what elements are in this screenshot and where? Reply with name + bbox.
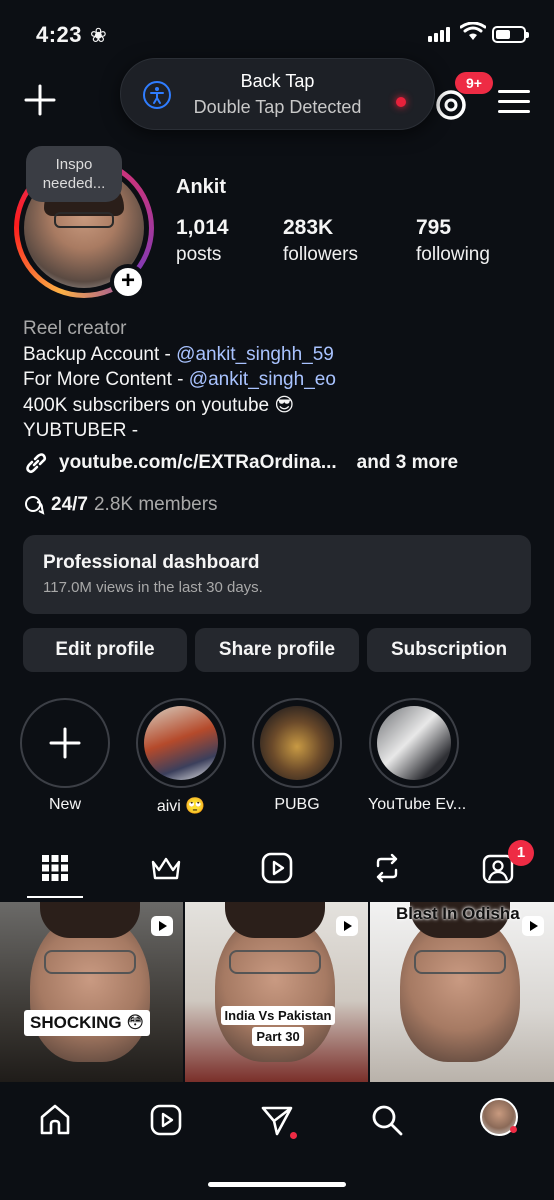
- stat-followers[interactable]: 283K followers: [283, 216, 358, 266]
- bio-category: Reel creator: [23, 318, 127, 339]
- grid-post[interactable]: India Vs Pakistan Part 30: [185, 902, 368, 1082]
- threads-badge: 9+: [455, 72, 493, 94]
- menu-icon[interactable]: [498, 90, 530, 116]
- highlight-cover: [260, 706, 334, 780]
- channel-members: 2.8K members: [93, 494, 218, 515]
- professional-dashboard[interactable]: Professional dashboard 117.0M views in t…: [23, 535, 531, 614]
- highlight-label: PUBG: [274, 796, 320, 813]
- stat-label: posts: [176, 244, 222, 265]
- tab-reposts[interactable]: [367, 846, 407, 890]
- highlight-new[interactable]: New: [19, 698, 111, 814]
- post-caption: Blast In Odisha: [396, 904, 520, 923]
- post-caption: India Vs Pakistan Part 30: [213, 1006, 343, 1048]
- bio-text: For More Content -: [23, 369, 189, 390]
- bottom-navigation: [0, 1082, 554, 1200]
- recording-dot: [396, 97, 406, 107]
- profile-bio: Reel creator Backup Account - @ankit_sin…: [23, 316, 336, 444]
- highlight-item[interactable]: PUBG: [251, 698, 343, 814]
- wifi-icon: [460, 22, 486, 40]
- tab-grid[interactable]: [35, 846, 75, 890]
- stat-label: followers: [283, 244, 358, 265]
- add-story-button[interactable]: +: [110, 264, 146, 300]
- share-profile-button[interactable]: Share profile: [195, 628, 359, 672]
- bio-text: YUBTUBER -: [23, 420, 139, 441]
- profile-dot: [510, 1126, 517, 1133]
- highlight-item[interactable]: YouTube Ev...: [368, 698, 467, 814]
- highlight-item[interactable]: aivi 🙄: [135, 698, 227, 816]
- bio-mention-link[interactable]: @ankit_singhh_59: [176, 344, 334, 365]
- grid-post[interactable]: SHOCKING 😳: [0, 902, 183, 1082]
- highlight-cover: [144, 706, 218, 780]
- reel-icon: [336, 916, 358, 936]
- nav-home[interactable]: [35, 1100, 75, 1140]
- grid-icon: [42, 855, 68, 881]
- external-link-text: youtube.com/c/EXTRaOrdina...: [59, 452, 337, 473]
- search-icon: [372, 1105, 403, 1136]
- reel-icon: [522, 916, 544, 936]
- stat-value: 795: [416, 216, 452, 239]
- status-time: 4:23: [36, 22, 83, 47]
- external-link[interactable]: youtube.com/c/EXTRaOrdina... and 3 more: [23, 450, 458, 476]
- stat-value: 1,014: [176, 216, 229, 239]
- crown-icon: [151, 857, 181, 880]
- grid-post[interactable]: Blast In Odisha: [370, 902, 554, 1082]
- dashboard-title: Professional dashboard: [43, 552, 260, 573]
- back-tap-subtitle: Double Tap Detected: [193, 97, 362, 117]
- tagged-badge: 1: [508, 840, 534, 866]
- stat-posts[interactable]: 1,014 posts: [176, 216, 229, 266]
- posts-grid: SHOCKING 😳 India Vs Pakistan Part 30 Bla…: [0, 902, 554, 1082]
- back-tap-notification: Back Tap Double Tap Detected: [120, 58, 435, 130]
- reel-icon: [151, 916, 173, 936]
- stat-following[interactable]: 795 following: [416, 216, 490, 266]
- bio-mention-link[interactable]: @ankit_singh_eo: [189, 369, 336, 390]
- caption-line: India Vs Pakistan: [220, 1006, 336, 1025]
- back-tap-title: Back Tap: [240, 71, 315, 91]
- highlight-label: YouTube Ev...: [368, 796, 467, 813]
- create-icon[interactable]: [22, 82, 58, 118]
- nav-search[interactable]: [367, 1100, 407, 1140]
- plus-icon: [49, 727, 81, 759]
- channel-name: 24/7: [51, 494, 88, 515]
- bio-text: 400K subscribers on youtube 😎: [23, 394, 295, 416]
- profile-username: Ankit: [176, 176, 226, 198]
- broadcast-channel[interactable]: 24/7 2.8K members: [23, 494, 218, 516]
- nav-reels[interactable]: [146, 1100, 186, 1140]
- active-tab-indicator: [27, 896, 83, 898]
- edit-profile-button[interactable]: Edit profile: [23, 628, 187, 672]
- highlight-label: aivi 🙄: [156, 798, 206, 815]
- tab-reels[interactable]: [257, 846, 297, 890]
- repost-icon: [376, 853, 398, 883]
- profile-tabs: [0, 846, 554, 898]
- caption-line: Part 30: [252, 1027, 304, 1046]
- battery-icon: [492, 26, 529, 43]
- send-icon: [261, 1106, 293, 1136]
- signal-icon: [428, 27, 450, 42]
- messages-dot: [290, 1132, 297, 1139]
- post-caption: SHOCKING 😳: [24, 1010, 151, 1036]
- stat-value: 283K: [283, 216, 334, 239]
- link-icon: [26, 453, 47, 474]
- bio-text: Backup Account -: [23, 343, 177, 365]
- highlight-label: New: [48, 796, 81, 813]
- home-icon: [40, 1104, 70, 1135]
- flower-icon: ❀: [90, 25, 107, 47]
- note-bubble[interactable]: Inspo needed...: [26, 146, 122, 202]
- tab-subscriptions[interactable]: [146, 846, 186, 890]
- reels-icon: [150, 1104, 182, 1136]
- subscription-button[interactable]: Subscription: [367, 628, 531, 672]
- reels-icon: [261, 852, 293, 884]
- dashboard-subtitle: 117.0M views in the last 30 days.: [43, 579, 263, 596]
- stat-label: following: [416, 244, 490, 265]
- highlight-cover: [377, 706, 451, 780]
- home-indicator: [208, 1182, 346, 1187]
- external-link-more: and 3 more: [356, 452, 459, 473]
- channel-icon: [25, 496, 45, 515]
